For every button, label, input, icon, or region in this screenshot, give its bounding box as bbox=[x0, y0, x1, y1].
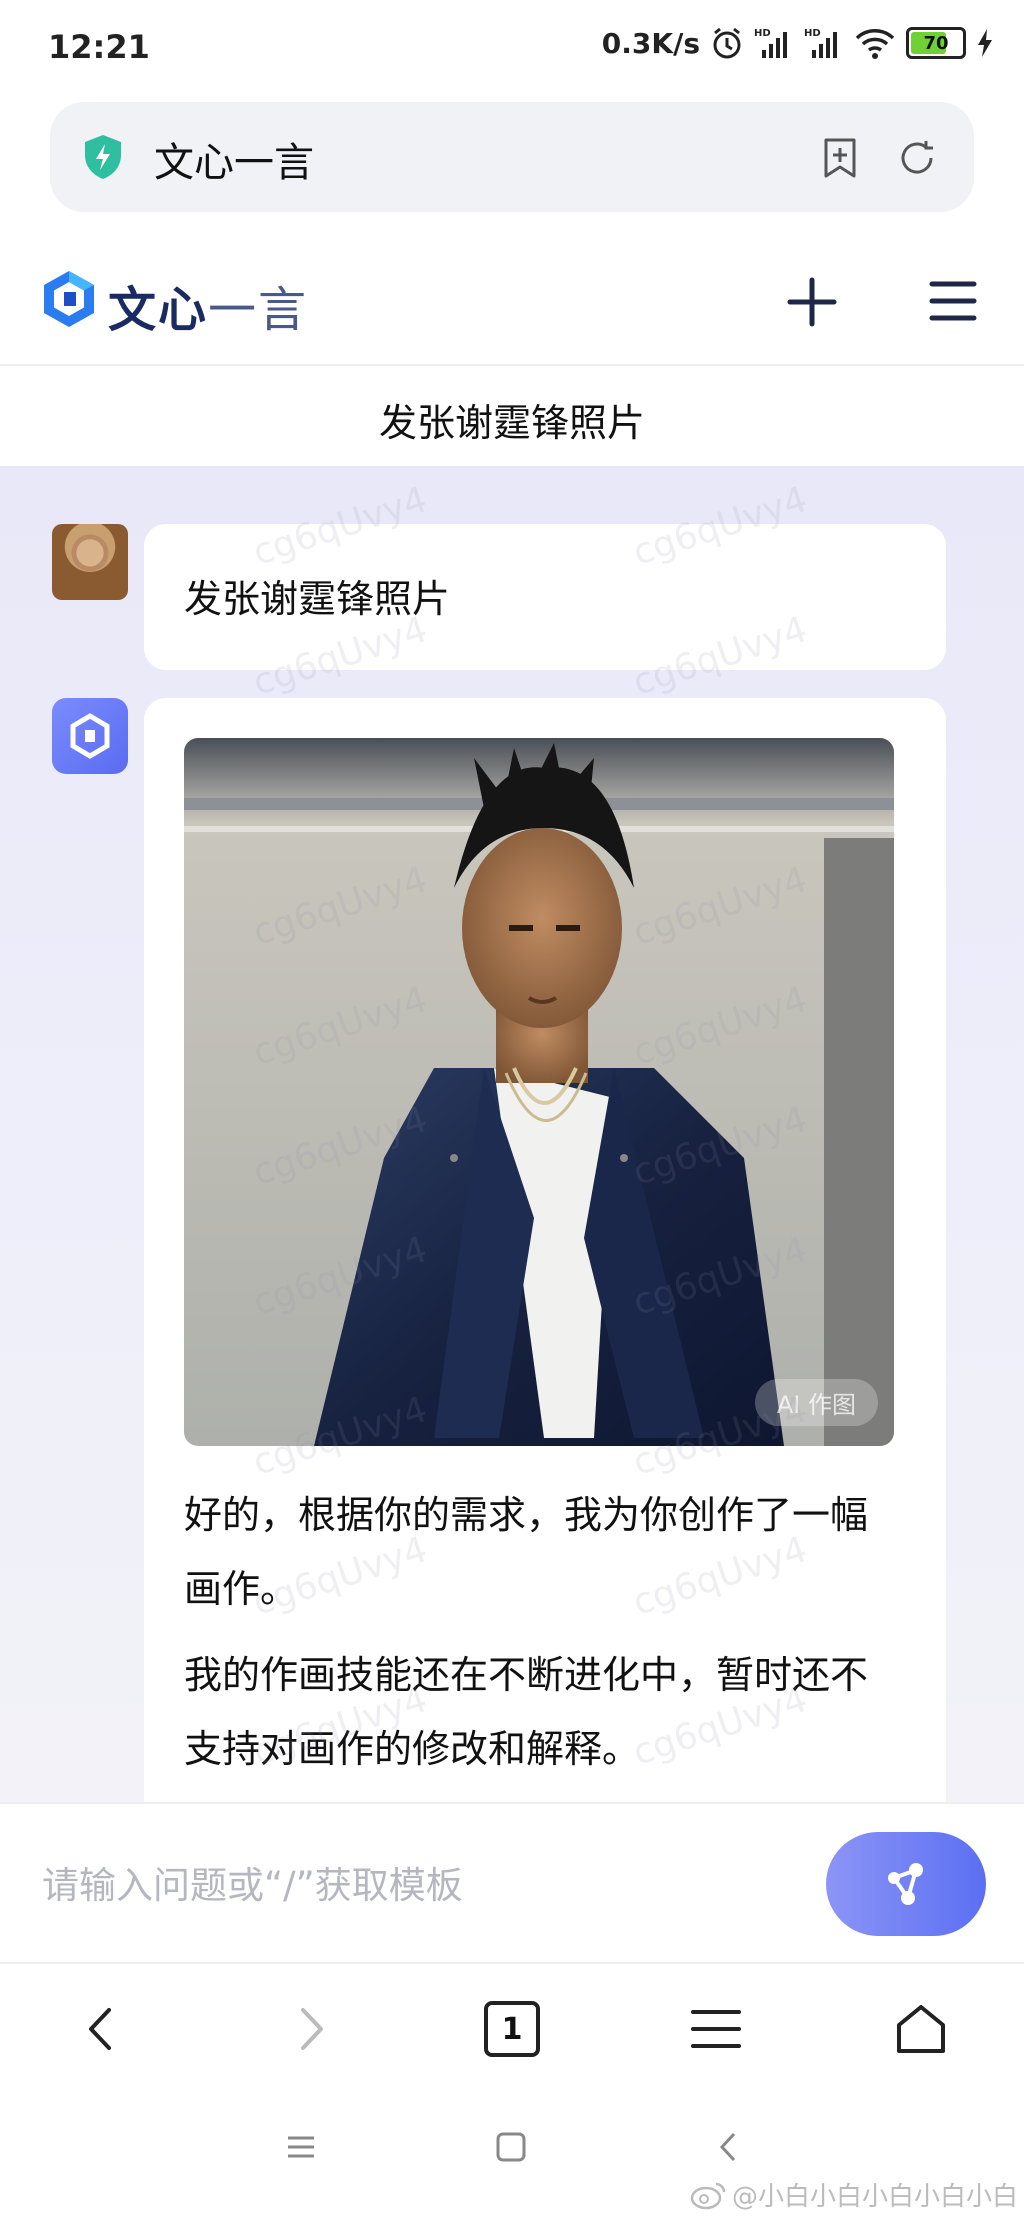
home-button[interactable] bbox=[886, 1994, 956, 2064]
shield-icon bbox=[85, 135, 121, 179]
network-speed: 0.3K/s bbox=[601, 26, 700, 60]
browser-menu-button[interactable] bbox=[681, 1994, 751, 2064]
charging-icon bbox=[978, 29, 992, 57]
tab-count: 1 bbox=[501, 2011, 523, 2047]
recent-apps-icon[interactable] bbox=[284, 2130, 318, 2164]
status-time: 12:21 bbox=[48, 28, 150, 66]
back-button[interactable] bbox=[66, 1994, 136, 2064]
browser-toolbar: 1 bbox=[0, 1962, 1024, 2094]
alarm-icon bbox=[713, 27, 741, 59]
user-message-bubble: 发张谢霆锋照片 bbox=[144, 524, 946, 670]
bot-logo-icon bbox=[70, 713, 110, 759]
battery-text: 70 bbox=[923, 32, 949, 54]
logo-text-bold: 文心 bbox=[108, 282, 209, 338]
logo-icon bbox=[44, 271, 94, 327]
menu-icon[interactable] bbox=[928, 276, 978, 326]
system-back-icon[interactable] bbox=[712, 2130, 746, 2164]
add-bookmark-icon[interactable] bbox=[818, 136, 862, 180]
status-indicators: 0.3K/s HD HD 70 bbox=[602, 26, 994, 60]
hamburger-icon bbox=[691, 2010, 741, 2048]
svg-text:HD: HD bbox=[754, 28, 771, 39]
new-chat-icon[interactable] bbox=[782, 272, 842, 332]
logo-text-light: 一言 bbox=[208, 282, 309, 338]
battery-indicator: 70 bbox=[906, 27, 966, 59]
bot-reply-paragraph-2: 我的作画技能还在不断进化中，暂时还不支持对画作的修改和解释。 bbox=[184, 1653, 869, 1771]
chevron-left-icon bbox=[89, 2008, 111, 2050]
chevron-right-icon bbox=[301, 2008, 323, 2050]
svg-text:HD: HD bbox=[804, 28, 821, 39]
bot-avatar bbox=[52, 698, 128, 774]
signal-hd-icon: HD bbox=[754, 28, 787, 58]
user-avatar bbox=[52, 524, 128, 600]
ai-image-badge: AI 作图 bbox=[754, 1379, 878, 1426]
send-icon bbox=[888, 1863, 923, 1905]
conversation-title-bar: 发张谢霆锋照片 bbox=[0, 366, 1024, 466]
home-icon bbox=[897, 2005, 945, 2053]
bot-message-bubble: AI 作图 好的，根据你的需求，我为你创作了一幅画作。 我的作画技能还在不断进化… bbox=[144, 698, 946, 1802]
conversation-title: 发张谢霆锋照片 bbox=[378, 401, 645, 445]
signal-hd-icon-2: HD bbox=[804, 28, 837, 58]
system-navigation-bar: @小白小白小白小白小白 bbox=[0, 2094, 1024, 2219]
tabs-button[interactable]: 1 bbox=[477, 1994, 547, 2064]
weibo-handle: @小白小白小白小白小白 bbox=[731, 2182, 1018, 2212]
app-header: 文心一言 bbox=[0, 234, 1024, 366]
question-input[interactable] bbox=[40, 1844, 804, 1926]
reload-icon[interactable] bbox=[895, 136, 939, 180]
forward-button[interactable] bbox=[276, 1994, 346, 2064]
weibo-watermark: @小白小白小白小白小白 bbox=[690, 2176, 1018, 2213]
generated-image[interactable]: AI 作图 bbox=[184, 738, 894, 1446]
bot-reply-paragraph-1: 好的，根据你的需求，我为你创作了一幅画作。 bbox=[184, 1493, 869, 1611]
user-message-text: 发张谢霆锋照片 bbox=[184, 577, 451, 621]
page-url-title: 文心一言 bbox=[154, 140, 314, 186]
logo-text: 文心一言 bbox=[108, 270, 308, 340]
weibo-icon bbox=[690, 2182, 726, 2209]
input-bar bbox=[0, 1802, 1024, 1962]
home-square-icon[interactable] bbox=[494, 2130, 528, 2164]
chat-area[interactable]: 发张谢霆锋照片 AI 作图 好的，根据你的需求，我为你创作了一幅画作。 我的作画… bbox=[0, 466, 1024, 1802]
portrait-illustration bbox=[184, 738, 894, 1446]
status-bar: 12:21 0.3K/s HD HD 70 bbox=[0, 0, 1024, 100]
send-button[interactable] bbox=[826, 1832, 986, 1936]
wifi-icon bbox=[855, 29, 895, 59]
browser-address-bar[interactable]: 文心一言 bbox=[50, 102, 974, 212]
